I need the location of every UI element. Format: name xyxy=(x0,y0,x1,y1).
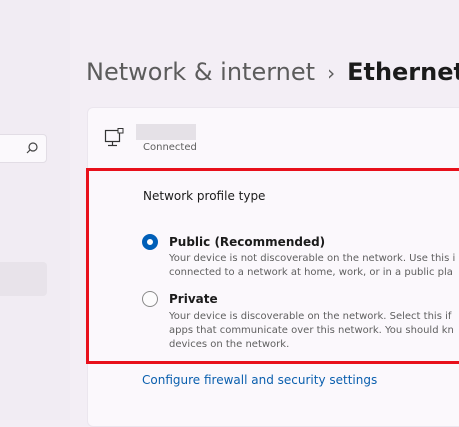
private-option-description: Your device is discoverable on the netwo… xyxy=(169,310,454,352)
public-option-label[interactable]: Public (Recommended) xyxy=(169,235,325,249)
private-radio[interactable] xyxy=(142,291,158,307)
private-option-label[interactable]: Private xyxy=(169,292,218,306)
device-name-redacted xyxy=(136,124,196,140)
search-box[interactable] xyxy=(0,134,47,163)
configure-firewall-link[interactable]: Configure firewall and security settings xyxy=(142,373,377,387)
page-title: Ethernet xyxy=(347,58,459,86)
nav-item-selected[interactable] xyxy=(0,262,47,296)
breadcrumb-parent[interactable]: Network & internet xyxy=(86,58,315,86)
breadcrumb: Network & internet › Ethernet xyxy=(86,54,459,91)
breadcrumb-separator: › xyxy=(327,61,336,85)
private-desc-line-2: apps that communicate over this network.… xyxy=(169,325,454,336)
public-desc-line-1: Your device is not discoverable on the n… xyxy=(169,253,456,264)
private-desc-line-3: devices on the network. xyxy=(169,339,290,350)
navigation-pane xyxy=(0,0,70,420)
network-profile-title: Network profile type xyxy=(143,189,266,203)
public-desc-line-2: connected to a network at home, work, or… xyxy=(169,267,453,278)
ethernet-icon xyxy=(104,128,124,147)
public-option-description: Your device is not discoverable on the n… xyxy=(169,252,455,280)
public-radio[interactable] xyxy=(142,234,158,250)
search-icon[interactable] xyxy=(25,141,39,155)
connection-status: Connected xyxy=(143,142,197,153)
private-desc-line-1: Your device is discoverable on the netwo… xyxy=(169,311,452,322)
